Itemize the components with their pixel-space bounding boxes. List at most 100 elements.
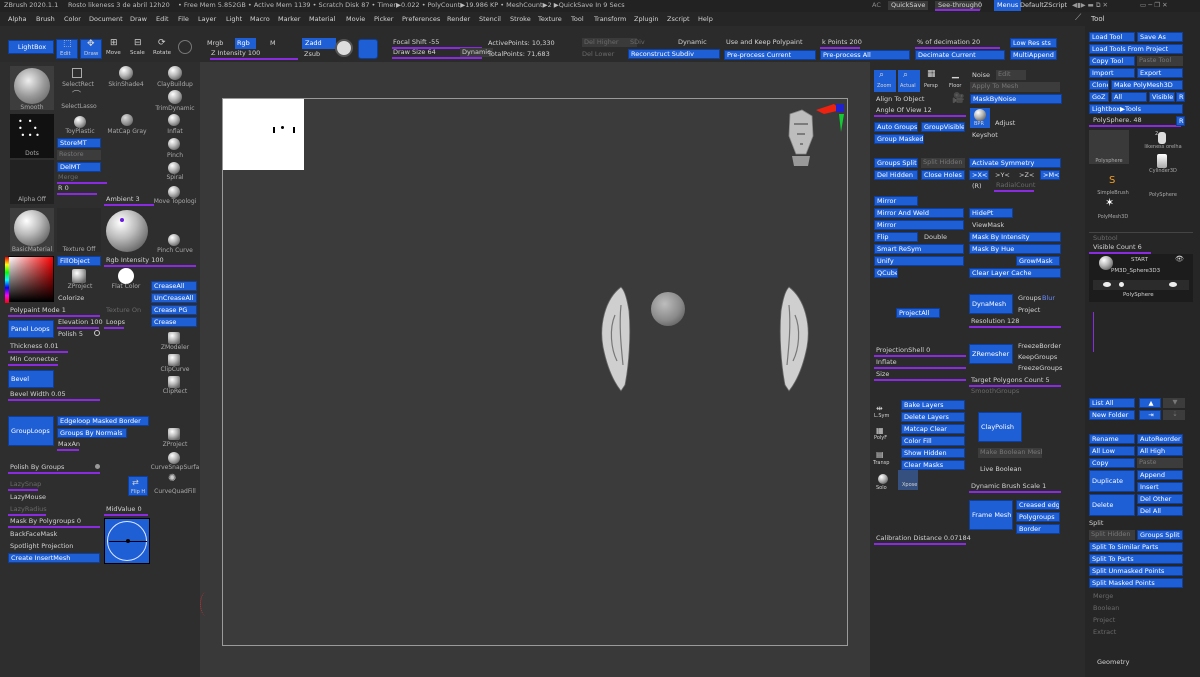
import-button[interactable]: Import <box>1089 68 1135 78</box>
panel-loops-button[interactable]: Panel Loops <box>8 320 54 338</box>
align-to-object-button[interactable]: Align To Object <box>876 95 924 104</box>
dynamesh-groups-button[interactable]: Groups <box>1018 294 1041 303</box>
split-section-header[interactable]: Split <box>1089 519 1103 528</box>
projection-shell-slider[interactable]: ProjectionShell 0 <box>876 346 930 355</box>
dynamic-subdiv-button[interactable]: Dynamic <box>678 38 707 47</box>
extract-section[interactable]: Extract <box>1093 628 1116 637</box>
curvequadfill-icon[interactable]: ✺ <box>168 474 176 484</box>
polish-by-groups-slider[interactable]: Polish By Groups <box>10 463 64 472</box>
mirror-axis-button[interactable]: Mirror <box>874 220 964 230</box>
min-connected-slider[interactable]: Min Connectec <box>10 355 58 364</box>
all-button[interactable]: All <box>1111 92 1147 102</box>
smoothgroups-slider[interactable]: SmoothGroups <box>971 387 1019 396</box>
color-picker[interactable] <box>5 256 54 303</box>
menu-tool[interactable]: Tool <box>571 15 584 24</box>
skinshade-icon[interactable] <box>119 66 133 80</box>
menu-texture[interactable]: Texture <box>538 15 562 24</box>
crease-button[interactable]: Crease <box>151 317 197 327</box>
polish-groups-toggle-icon[interactable] <box>95 464 100 469</box>
split-hidden-button[interactable]: Split Hidden <box>921 158 965 168</box>
zremesher-button[interactable]: ZRemesher <box>969 344 1013 364</box>
solo-icon[interactable] <box>878 474 888 484</box>
menu-brush[interactable]: Brush <box>36 15 55 24</box>
rename-button[interactable]: Rename <box>1089 434 1135 444</box>
groups-split-tray-button[interactable]: Groups Split <box>1137 530 1183 540</box>
zproject2-icon[interactable] <box>168 428 180 440</box>
size-slider[interactable]: Size <box>876 370 889 379</box>
angle-of-view-slider[interactable]: Angle Of View 12 <box>876 106 932 115</box>
activate-symmetry-button[interactable]: Activate Symmetry <box>969 158 1061 168</box>
toyplastic-icon[interactable] <box>74 116 86 128</box>
focal-shift-slider[interactable]: Focal Shift -55 <box>393 38 439 47</box>
visible-button[interactable]: Visible <box>1149 92 1175 102</box>
clear-masks-button[interactable]: Clear Masks <box>901 460 965 470</box>
adjust-button[interactable]: Adjust <box>995 119 1015 128</box>
duplicate-button[interactable]: Duplicate <box>1089 470 1135 492</box>
mask-by-noise-button[interactable]: MaskByNoise <box>970 94 1062 104</box>
menu-zscript[interactable]: Zscript <box>667 15 690 24</box>
zsub-button[interactable]: Zsub <box>304 50 320 59</box>
calibration-distance-slider[interactable]: Calibration Distance 0.07184 <box>876 534 971 543</box>
spotlight-projection-button[interactable]: Spotlight Projection <box>10 542 73 551</box>
cylinder3d-icon[interactable] <box>1157 154 1167 168</box>
sym-y-button[interactable]: >Y< <box>995 171 1010 180</box>
split-to-parts-button[interactable]: Split To Parts <box>1089 554 1183 564</box>
flip-button[interactable]: Flip <box>874 232 918 242</box>
hidept-button[interactable]: HidePt <box>969 208 1013 218</box>
viewmask-button[interactable]: ViewMask <box>972 221 1004 230</box>
menu-preferences[interactable]: Preferences <box>402 15 440 24</box>
cliprect-icon[interactable] <box>168 376 180 388</box>
polysphere-thumb-icon[interactable] <box>1151 177 1173 191</box>
mask-by-polygroups-slider[interactable]: Mask By Polygroups 0 <box>10 517 81 526</box>
persp-button[interactable]: ▦ Persp <box>922 70 944 92</box>
geometry-section[interactable]: Geometry <box>1097 658 1129 667</box>
menu-material[interactable]: Material <box>309 15 335 24</box>
subtool-list[interactable]: START 👁 PM3D_Sphere3D3 PolySphere <box>1089 254 1193 302</box>
menu-alpha[interactable]: Alpha <box>8 15 26 24</box>
color-fill-button[interactable]: Color Fill <box>901 436 965 446</box>
move-mode-button[interactable]: ⊞ Move <box>104 39 126 59</box>
preprocess-all-button[interactable]: Pre-process All <box>820 50 910 60</box>
radial-count-slider[interactable]: RadialCount <box>996 181 1035 190</box>
crease-pg-button[interactable]: Crease PG <box>151 305 197 315</box>
polypaint-mode-slider[interactable]: Polypaint Mode 1 <box>10 306 66 315</box>
apply-to-mesh-button[interactable]: Apply To Mesh <box>970 82 1060 92</box>
bake-layers-button[interactable]: Bake Layers <box>901 400 965 410</box>
curvesnapsurface-icon[interactable] <box>168 452 180 464</box>
draw-mode-button[interactable]: ✥ Draw <box>80 39 102 59</box>
menu-render[interactable]: Render <box>447 15 470 24</box>
floor-button[interactable]: ▁ Floor <box>946 70 968 92</box>
freezegroups-button[interactable]: FreezeGroups <box>1018 364 1062 373</box>
pinch-icon[interactable] <box>168 138 180 150</box>
zmodeler-icon[interactable] <box>168 332 180 344</box>
menu-transform[interactable]: Transform <box>594 15 626 24</box>
trimdynamic-icon[interactable] <box>168 90 182 104</box>
creased-edge-button[interactable]: Creased edge <box>1016 500 1060 510</box>
quicksave-button[interactable]: QuickSave <box>888 1 929 10</box>
decimate-current-button[interactable]: Decimate Current <box>915 50 1005 60</box>
groups-split-button[interactable]: Groups Split <box>874 158 918 168</box>
delete-button[interactable]: Delete <box>1089 494 1135 516</box>
menu-picker[interactable]: Picker <box>374 15 393 24</box>
menu-movie[interactable]: Movie <box>346 15 365 24</box>
qcube-button[interactable]: QCube <box>874 268 898 278</box>
claybuildup-icon[interactable] <box>168 66 182 80</box>
menu-zplugin[interactable]: Zplugin <box>634 15 659 24</box>
menu-stroke[interactable]: Stroke <box>510 15 531 24</box>
m-button[interactable]: M <box>270 39 276 48</box>
unify-button[interactable]: Unify <box>874 256 964 266</box>
dynamesh-button[interactable]: DynaMesh <box>969 294 1013 314</box>
low-res-button[interactable]: Low Res sts <box>1010 38 1057 48</box>
clone-button[interactable]: Clone <box>1089 80 1109 90</box>
subtool-header[interactable]: Subtool <box>1093 234 1118 243</box>
elevation-slider[interactable]: Elevation 100 <box>58 318 103 327</box>
grouploops-button[interactable]: GroupLoops <box>8 416 54 446</box>
growmask-button[interactable]: GrowMask <box>1016 256 1060 266</box>
insert-button[interactable]: Insert <box>1137 482 1183 492</box>
arrow-down-icon[interactable]: ⇣ <box>1163 410 1185 420</box>
menu-edit[interactable]: Edit <box>156 15 169 24</box>
double-button[interactable]: Double <box>924 233 947 242</box>
polysphere-slider[interactable]: PolySphere. 48 <box>1093 116 1142 125</box>
del-lower-button[interactable]: Del Lower <box>582 50 614 59</box>
bevel-width-slider[interactable]: Bevel Width 0.05 <box>10 390 66 399</box>
